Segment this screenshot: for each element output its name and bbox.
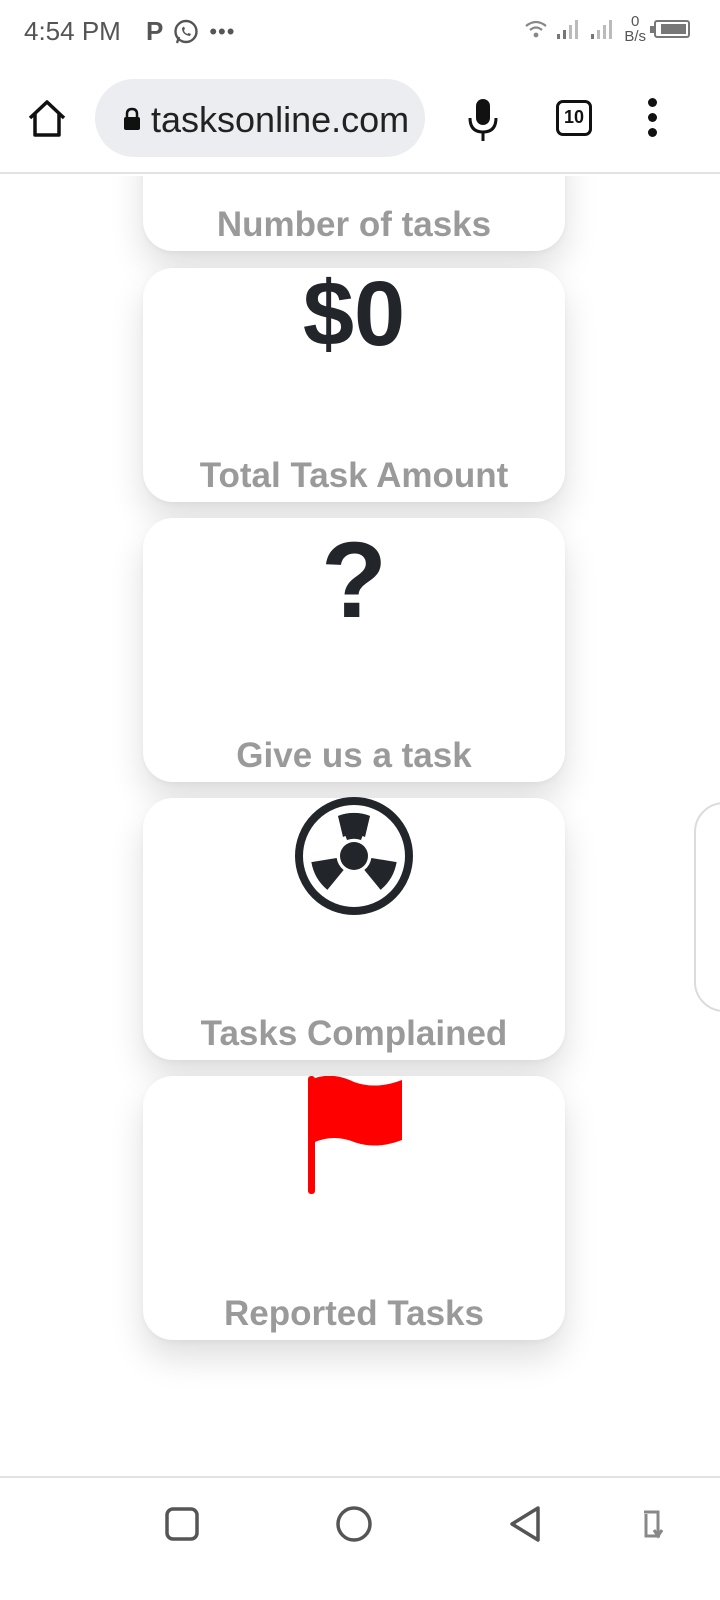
- url-text[interactable]: tasksonline.com: [151, 99, 413, 141]
- dashboard-content: Number of tasks $0 Total Task Amount ? G…: [0, 176, 720, 1476]
- card-total-task-amount[interactable]: $0 Total Task Amount: [143, 268, 565, 502]
- status-bar: 4:54 PM P ••• 0 B/s: [0, 0, 720, 64]
- signal-1-icon: [557, 20, 579, 39]
- overflow-menu-icon[interactable]: [646, 98, 658, 138]
- question-icon: ?: [143, 526, 565, 634]
- side-drawer-handle[interactable]: [694, 802, 720, 1012]
- net-speed-value: 0: [630, 13, 640, 30]
- radiation-icon: [295, 797, 413, 915]
- net-speed: 0 B/s: [624, 14, 646, 44]
- recents-square-icon[interactable]: [158, 1500, 206, 1548]
- home-icon[interactable]: [26, 98, 68, 140]
- status-time: 4:54 PM: [24, 16, 121, 46]
- home-circle-icon[interactable]: [330, 1500, 378, 1548]
- whatsapp-icon: [174, 19, 199, 43]
- card-reported-tasks[interactable]: Reported Tasks: [143, 1075, 565, 1340]
- card-label: Reported Tasks: [224, 1294, 484, 1333]
- card-label: Tasks Complained: [200, 1014, 508, 1053]
- lock-icon: [124, 107, 140, 130]
- more-notifications-icon: •••: [209, 18, 236, 44]
- microphone-icon[interactable]: [466, 97, 500, 143]
- total-amount-value: $0: [143, 268, 565, 360]
- battery-icon: [650, 20, 690, 38]
- system-navigation-bar: [0, 1476, 720, 1600]
- rotate-icon[interactable]: [628, 1500, 676, 1548]
- card-number-of-tasks[interactable]: Number of tasks: [143, 176, 565, 251]
- status-right-icons: 0 B/s: [524, 14, 690, 44]
- parking-icon: P: [146, 16, 164, 46]
- tab-switcher-button[interactable]: 10: [556, 100, 592, 136]
- card-tasks-complained[interactable]: Tasks Complained: [143, 796, 565, 1060]
- net-speed-unit: B/s: [624, 28, 646, 45]
- notification-icons: P •••: [146, 16, 235, 47]
- card-give-us-a-task[interactable]: ? Give us a task: [143, 518, 565, 782]
- battery-fill: [661, 24, 686, 34]
- card-label: Number of tasks: [216, 205, 492, 244]
- signal-2-icon: [591, 20, 613, 39]
- browser-toolbar: tasksonline.com 10: [0, 64, 720, 174]
- flag-icon-wrap: [143, 1075, 565, 1201]
- address-bar[interactable]: tasksonline.com: [95, 79, 425, 157]
- amount-text: $0: [302, 263, 406, 365]
- wifi-icon: [525, 20, 547, 38]
- card-label: Total Task Amount: [199, 456, 509, 495]
- radiation-icon-wrap: [143, 796, 565, 921]
- card-label: Give us a task: [236, 736, 472, 775]
- back-triangle-icon[interactable]: [502, 1500, 550, 1548]
- flag-icon: [308, 1075, 402, 1194]
- question-glyph: ?: [321, 519, 387, 640]
